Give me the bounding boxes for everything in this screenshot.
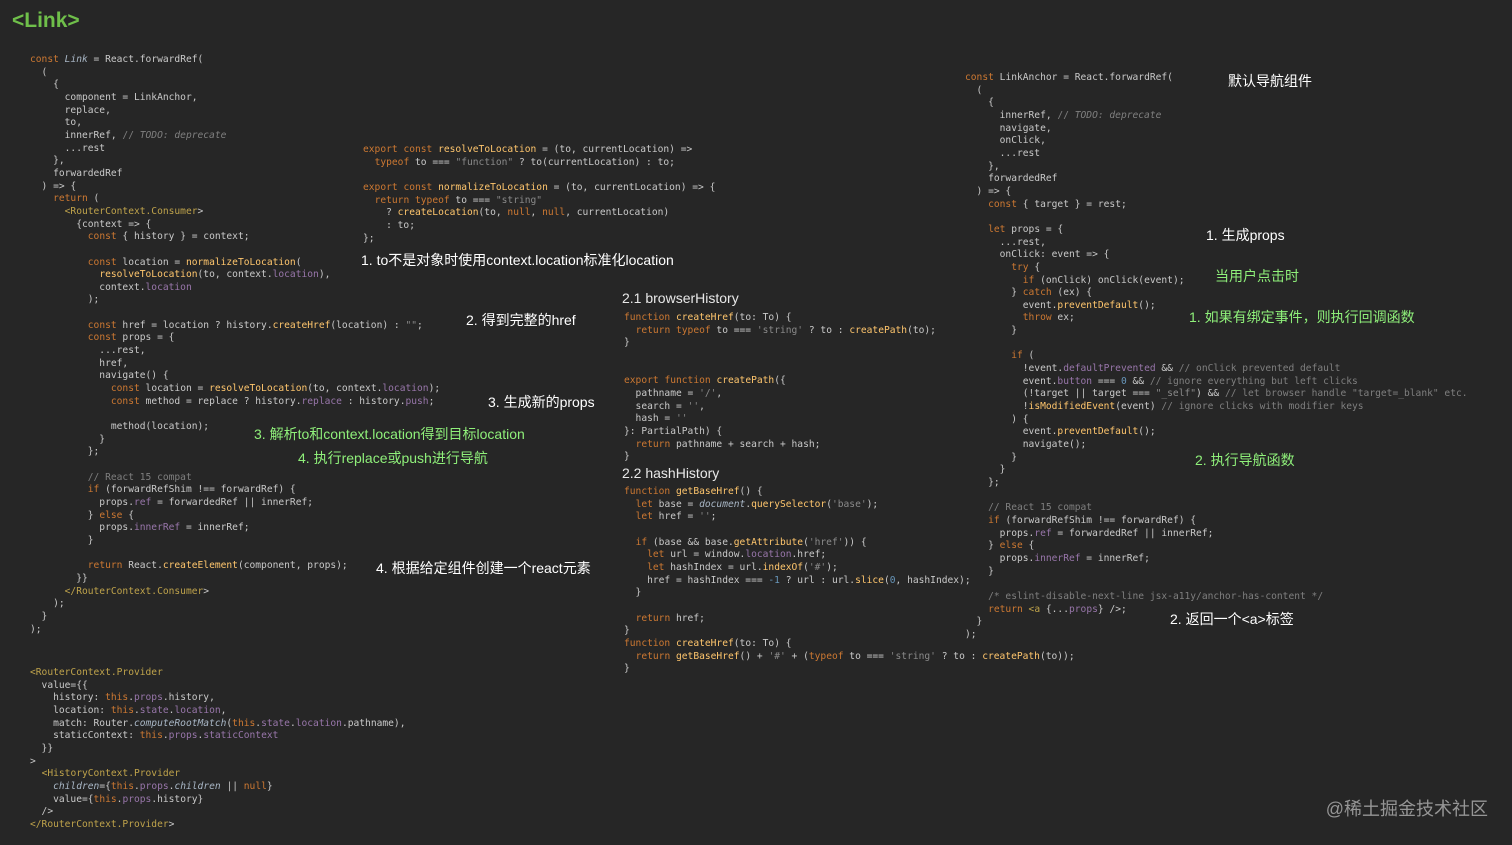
router-provider-code: <RouterContext.Provider value={{ history… — [30, 667, 406, 830]
note-anchor-click-1: 1. 如果有绑定事件，则执行回调函数 — [1189, 309, 1415, 325]
slide-title: <Link> — [12, 9, 80, 32]
note-link-step4: 4. 根据给定组件创建一个react元素 — [376, 560, 591, 576]
browser-history-heading: 2.1 browserHistory — [622, 290, 739, 306]
location-utils-code: export const resolveToLocation = (to, cu… — [363, 144, 716, 244]
link-component-code: const Link = React.forwardRef( ( { compo… — [30, 54, 441, 635]
note-anchor-title: 默认导航组件 — [1228, 73, 1312, 89]
note-link-step1: 1. to不是对象时使用context.location标准化location — [361, 252, 674, 268]
note-anchor-click: 当用户点击时 — [1215, 268, 1299, 284]
note-link-step3-sub: 3. 解析to和context.location得到目标location — [254, 426, 525, 442]
watermark: @稀土掘金技术社区 — [1325, 799, 1488, 819]
note-anchor-step1: 1. 生成props — [1206, 227, 1285, 243]
note-link-step2: 2. 得到完整的href — [466, 312, 576, 328]
note-anchor-click-2: 2. 执行导航函数 — [1195, 452, 1295, 468]
hash-history-heading: 2.2 hashHistory — [622, 465, 720, 481]
note-link-step4-sub: 4. 执行replace或push进行导航 — [298, 450, 488, 466]
link-anchor-code: const LinkAnchor = React.forwardRef( ( {… — [965, 72, 1468, 640]
browser-history-code: function createHref(to: To) { return typ… — [624, 312, 936, 463]
note-link-step3: 3. 生成新的props — [488, 394, 595, 410]
note-anchor-step2: 2. 返回一个<a>标签 — [1170, 611, 1294, 627]
